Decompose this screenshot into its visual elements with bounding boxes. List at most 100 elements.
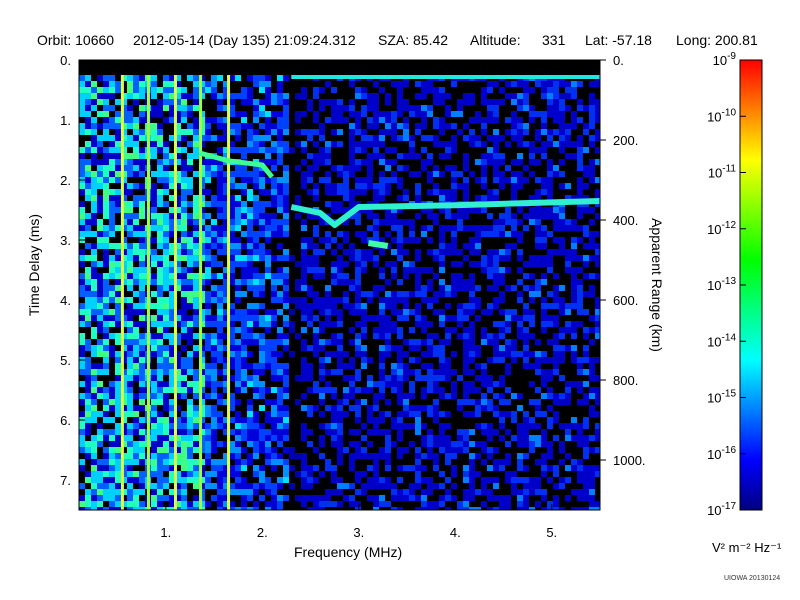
heatmap-cell: [193, 123, 199, 129]
heatmap-cell: [379, 357, 385, 363]
heatmap-cell: [181, 93, 187, 99]
heatmap-cell: [259, 315, 265, 321]
heatmap-cell: [535, 177, 541, 183]
heatmap-cell: [115, 285, 121, 291]
heatmap-cell: [127, 165, 133, 171]
y2-axis-label: Apparent Range (km): [649, 218, 665, 352]
heatmap-cell: [241, 273, 247, 279]
heatmap-cell: [217, 441, 223, 447]
heatmap-cell: [565, 93, 571, 99]
heatmap-cell: [271, 141, 277, 147]
heatmap-cell: [409, 219, 415, 225]
harmonic-line: [199, 75, 203, 510]
heatmap-cell: [379, 189, 385, 195]
heatmap-cell: [115, 411, 121, 417]
heatmap-cell: [547, 315, 553, 321]
heatmap-cell: [181, 297, 187, 303]
heatmap-cell: [97, 75, 103, 81]
heatmap-cell: [511, 285, 517, 291]
heatmap-cell: [367, 249, 373, 255]
heatmap-cell: [313, 291, 319, 297]
heatmap-cell: [541, 93, 547, 99]
heatmap-cell: [151, 501, 157, 507]
heatmap-cell: [283, 195, 289, 201]
heatmap-cell: [253, 249, 259, 255]
heatmap-cell: [355, 297, 361, 303]
heatmap-cell: [127, 453, 133, 459]
heatmap-cell: [415, 285, 421, 291]
heatmap-cell: [493, 459, 499, 465]
heatmap-cell: [337, 423, 343, 429]
heatmap-cell: [571, 417, 577, 423]
heatmap-cell: [499, 159, 505, 165]
heatmap-cell: [247, 351, 253, 357]
heatmap-cell: [325, 339, 331, 345]
heatmap-cell: [97, 99, 103, 105]
heatmap-cell: [115, 387, 121, 393]
heatmap-cell: [361, 357, 367, 363]
heatmap-cell: [85, 99, 91, 105]
heatmap-cell: [457, 261, 463, 267]
heatmap-cell: [361, 267, 367, 273]
heatmap-cell: [517, 183, 523, 189]
heatmap-cell: [307, 243, 313, 249]
heatmap-cell: [439, 237, 445, 243]
heatmap-cell: [583, 273, 589, 279]
heatmap-cell: [415, 495, 421, 501]
heatmap-cell: [385, 93, 391, 99]
heatmap-cell: [415, 105, 421, 111]
heatmap-cell: [391, 81, 397, 87]
heatmap-cell: [115, 261, 121, 267]
heatmap-cell: [421, 339, 427, 345]
heatmap-cell: [91, 285, 97, 291]
heatmap-cell: [97, 207, 103, 213]
heatmap-cell: [493, 111, 499, 117]
heatmap-cell: [373, 423, 379, 429]
heatmap-cell: [127, 255, 133, 261]
heatmap-cell: [571, 459, 577, 465]
heatmap-cell: [517, 177, 523, 183]
heatmap-cell: [265, 267, 271, 273]
heatmap-cell: [133, 339, 139, 345]
heatmap-cell: [439, 483, 445, 489]
heatmap-cell: [115, 309, 121, 315]
heatmap-cell: [283, 435, 289, 441]
heatmap-cell: [247, 459, 253, 465]
heatmap-cell: [343, 363, 349, 369]
heatmap-cell: [79, 75, 85, 81]
heatmap-cell: [187, 129, 193, 135]
heatmap-cell: [337, 255, 343, 261]
heatmap-cell: [211, 225, 217, 231]
heatmap-cell: [469, 117, 475, 123]
heatmap-cell: [355, 165, 361, 171]
heatmap-cell: [103, 195, 109, 201]
heatmap-cell: [409, 237, 415, 243]
heatmap-cell: [103, 261, 109, 267]
heatmap-cell: [367, 99, 373, 105]
heatmap-cell: [91, 291, 97, 297]
heatmap-cell: [127, 465, 133, 471]
heatmap-cell: [157, 135, 163, 141]
heatmap-cell: [241, 291, 247, 297]
heatmap-cell: [79, 147, 85, 153]
heatmap-cell: [481, 429, 487, 435]
heatmap-cell: [403, 81, 409, 87]
heatmap-cell: [115, 477, 121, 483]
heatmap-cell: [433, 411, 439, 417]
heatmap-cell: [301, 363, 307, 369]
heatmap-cell: [433, 273, 439, 279]
heatmap-cell: [463, 399, 469, 405]
heatmap-cell: [385, 339, 391, 345]
heatmap-cell: [85, 489, 91, 495]
heatmap-cell: [247, 267, 253, 273]
heatmap-cell: [217, 369, 223, 375]
heatmap-cell: [589, 363, 595, 369]
heatmap-cell: [187, 453, 193, 459]
heatmap-cell: [355, 453, 361, 459]
heatmap-cell: [115, 117, 121, 123]
heatmap-cell: [241, 333, 247, 339]
heatmap-cell: [97, 93, 103, 99]
heatmap-cell: [151, 435, 157, 441]
heatmap-cell: [277, 393, 283, 399]
heatmap-cell: [439, 345, 445, 351]
